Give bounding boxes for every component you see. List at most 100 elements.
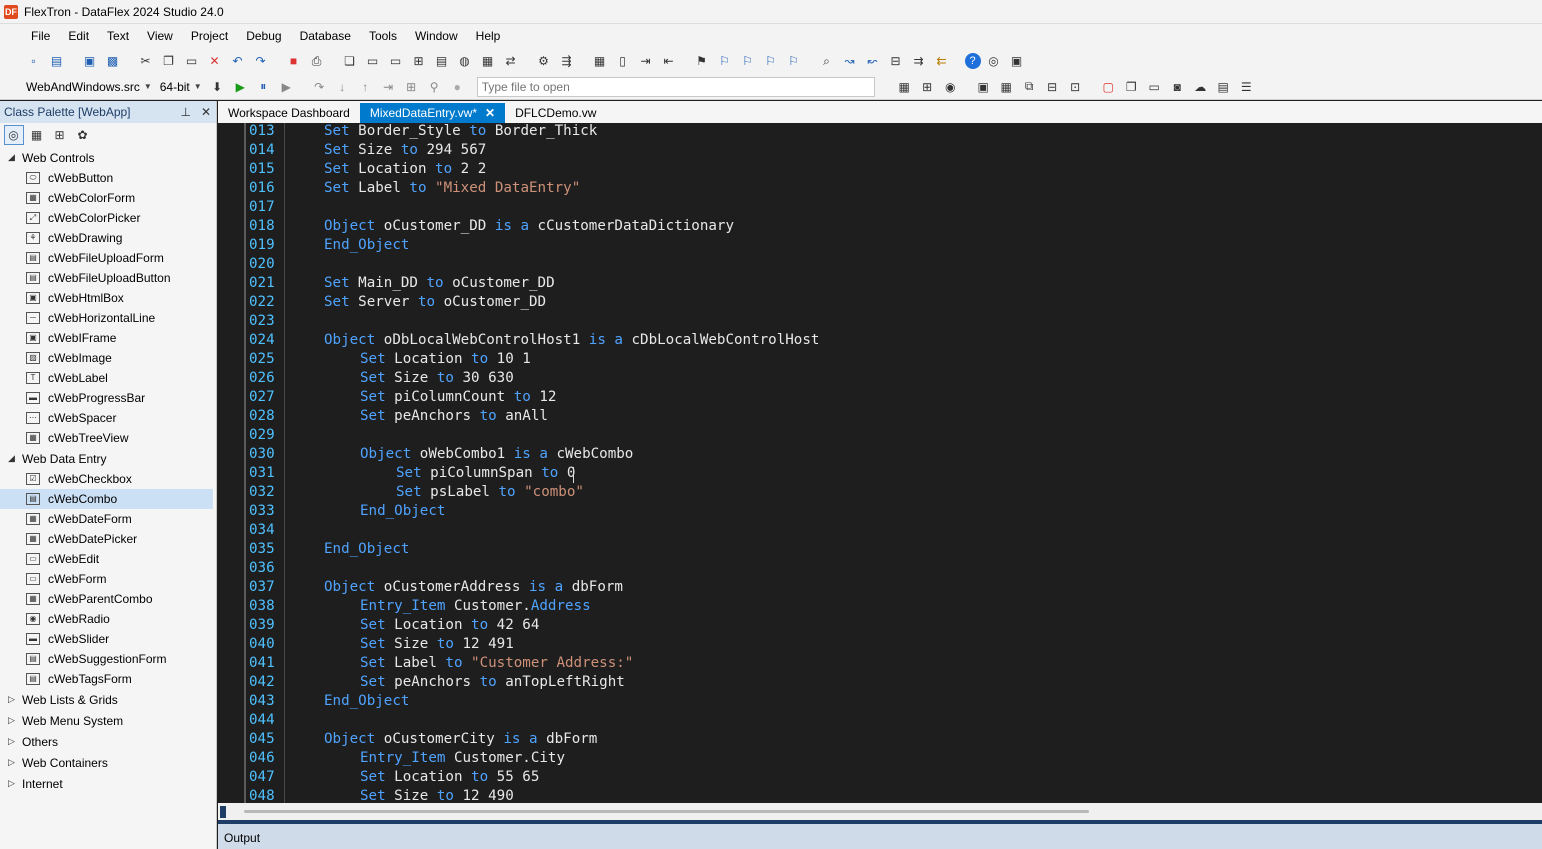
bookmark-icon[interactable]: ⚑ bbox=[692, 51, 712, 71]
palette-item-cwebform[interactable]: ▭ cWebForm bbox=[0, 569, 216, 589]
workspace-combo[interactable]: WebAndWindows.src ▼ bbox=[22, 77, 156, 97]
menu-database[interactable]: Database bbox=[291, 29, 360, 43]
code-line[interactable]: 020 bbox=[218, 255, 1542, 274]
code-line[interactable]: 038 Entry_Item Customer.Address bbox=[218, 597, 1542, 616]
palette-group-web-containers[interactable]: ▷ Web Containers bbox=[0, 752, 216, 773]
export-icon[interactable]: ⇥ bbox=[636, 51, 656, 71]
panels-icon[interactable]: ❐ bbox=[1121, 77, 1141, 97]
globe-view-icon[interactable]: ◎ bbox=[3, 125, 24, 145]
code-line[interactable]: 013 Set Border_Style to Border_Thick bbox=[218, 123, 1542, 141]
save-all-icon[interactable]: ▩ bbox=[103, 51, 123, 71]
palette-item-cwebtagsform[interactable]: ▤ cWebTagsForm bbox=[0, 669, 216, 689]
index-icon[interactable]: ⊟ bbox=[1042, 77, 1062, 97]
table-view-icon[interactable]: ▦ bbox=[996, 77, 1016, 97]
bookmark-next-icon[interactable]: ⚐ bbox=[715, 51, 735, 71]
code-line[interactable]: 023 bbox=[218, 312, 1542, 331]
settings-icon[interactable]: ✿ bbox=[73, 125, 93, 145]
new-file-icon[interactable]: ▫ bbox=[24, 51, 44, 71]
print-icon[interactable]: ⎙ bbox=[307, 51, 327, 71]
menu-edit[interactable]: Edit bbox=[59, 29, 98, 43]
collapsed-icon[interactable]: ▷ bbox=[8, 778, 22, 789]
package-icon[interactable]: ▦ bbox=[478, 51, 498, 71]
menu-project[interactable]: Project bbox=[182, 29, 237, 43]
panel-icon[interactable]: ▣ bbox=[1007, 51, 1027, 71]
view-icon[interactable]: ▭ bbox=[363, 51, 383, 71]
replace-icon[interactable]: ⊟ bbox=[886, 51, 906, 71]
palette-item-cwebcolorpicker[interactable]: ⤢ cWebColorPicker bbox=[0, 208, 216, 228]
monitor-settings-icon[interactable]: ◙ bbox=[1167, 77, 1187, 97]
palette-item-cwebdateform[interactable]: ▦ cWebDateForm bbox=[0, 509, 216, 529]
continue-icon[interactable]: ▶ bbox=[276, 77, 296, 97]
code-line[interactable]: 045 Object oCustomerCity is a dbForm bbox=[218, 730, 1542, 749]
menu-tools[interactable]: Tools bbox=[360, 29, 406, 43]
relations-icon[interactable]: ⧉ bbox=[1019, 77, 1039, 97]
code-line[interactable]: 039 Set Location to 42 64 bbox=[218, 616, 1542, 635]
palette-item-cwebhorizontalline[interactable]: ─ cWebHorizontalLine bbox=[0, 308, 216, 328]
scrollbar-thumb[interactable] bbox=[244, 810, 1089, 813]
cloud-icon[interactable]: ☁ bbox=[1190, 77, 1210, 97]
editor-tab[interactable]: DFLCDemo.vw bbox=[505, 103, 606, 123]
alphabetical-icon[interactable]: ⊞ bbox=[50, 125, 70, 145]
horizontal-scrollbar[interactable] bbox=[218, 803, 1542, 820]
breakpoint-icon[interactable]: ⚲ bbox=[424, 77, 444, 97]
save-icon[interactable]: ▣ bbox=[80, 51, 100, 71]
expanded-icon[interactable]: ◢ bbox=[8, 152, 22, 163]
menu-window[interactable]: Window bbox=[406, 29, 467, 43]
palette-item-cwebdatepicker[interactable]: ▦ cWebDatePicker bbox=[0, 529, 216, 549]
editor-tab[interactable]: MixedDataEntry.vw* ✕ bbox=[359, 103, 506, 123]
link-icon[interactable]: ⇄ bbox=[501, 51, 521, 71]
collapsed-icon[interactable]: ▷ bbox=[8, 715, 22, 726]
code-line[interactable]: 019 End_Object bbox=[218, 236, 1542, 255]
categories-icon[interactable]: ▦ bbox=[27, 125, 47, 145]
pin-icon[interactable]: ⊥ bbox=[180, 105, 190, 119]
palette-item-cwebhtmlbox[interactable]: ▣ cWebHtmlBox bbox=[0, 288, 216, 308]
menu-debug[interactable]: Debug bbox=[237, 29, 290, 43]
redo-icon[interactable]: ↷ bbox=[251, 51, 271, 71]
undo-icon[interactable]: ↶ bbox=[228, 51, 248, 71]
layout-icon[interactable]: ▤ bbox=[1213, 77, 1233, 97]
stop-icon[interactable]: ■ bbox=[284, 51, 304, 71]
palette-group-web-menu-system[interactable]: ▷ Web Menu System bbox=[0, 710, 216, 731]
code-line[interactable]: 042 Set peAnchors to anTopLeftRight bbox=[218, 673, 1542, 692]
palette-group-web-data-entry[interactable]: ◢ Web Data Entry bbox=[0, 448, 216, 469]
palette-item-cwebbutton[interactable]: ⬭ cWebButton bbox=[0, 168, 216, 188]
cut-icon[interactable]: ✂ bbox=[136, 51, 156, 71]
code-line[interactable]: 014 Set Size to 294 567 bbox=[218, 141, 1542, 160]
indent-icon[interactable]: ⇉ bbox=[909, 51, 929, 71]
globe-icon[interactable]: ◎ bbox=[984, 51, 1004, 71]
code-line[interactable]: 021 Set Main_DD to oCustomer_DD bbox=[218, 274, 1542, 293]
code-line[interactable]: 040 Set Size to 12 491 bbox=[218, 635, 1542, 654]
palette-item-cweblabel[interactable]: TcWebLabel bbox=[0, 368, 216, 388]
table-icon[interactable]: ▦ bbox=[894, 77, 914, 97]
find-next-icon[interactable]: ↝ bbox=[840, 51, 860, 71]
code-line[interactable]: 027 Set piColumnCount to 12 bbox=[218, 388, 1542, 407]
web-icon[interactable]: ◍ bbox=[455, 51, 475, 71]
class-icon[interactable]: ⊞ bbox=[409, 51, 429, 71]
code-line[interactable]: 024 Object oDbLocalWebControlHost1 is a c… bbox=[218, 331, 1542, 350]
collapsed-icon[interactable]: ▷ bbox=[8, 736, 22, 747]
menu-text[interactable]: Text bbox=[98, 29, 138, 43]
palette-item-cwebtreeview[interactable]: ▦ cWebTreeView bbox=[0, 428, 216, 448]
step-out-icon[interactable]: ↑ bbox=[355, 77, 375, 97]
menu-view[interactable]: View bbox=[138, 29, 182, 43]
new-table-icon[interactable]: ▣ bbox=[973, 77, 993, 97]
expanded-icon[interactable]: ◢ bbox=[8, 453, 22, 464]
open-file-icon[interactable]: ▤ bbox=[47, 51, 67, 71]
palette-item-cwebradio[interactable]: ◉ cWebRadio bbox=[0, 609, 216, 629]
sql-icon[interactable]: ⊡ bbox=[1065, 77, 1085, 97]
step-over-icon[interactable]: ↷ bbox=[309, 77, 329, 97]
bookmark-prev-icon[interactable]: ⚐ bbox=[738, 51, 758, 71]
palette-item-cwebdrawing[interactable]: ⚘ cWebDrawing bbox=[0, 228, 216, 248]
palette-item-cwebparentcombo[interactable]: ▦ cWebParentCombo bbox=[0, 589, 216, 609]
report-icon[interactable]: ▤ bbox=[432, 51, 452, 71]
palette-item-cwebiframe[interactable]: ▣ cWebIFrame bbox=[0, 328, 216, 348]
output-panel-title[interactable]: Output bbox=[224, 831, 260, 845]
record-icon[interactable]: ● bbox=[447, 77, 467, 97]
run-icon[interactable]: ▶ bbox=[230, 77, 250, 97]
build-icon[interactable]: ⬇ bbox=[207, 77, 227, 97]
document-icon[interactable]: ▯ bbox=[613, 51, 633, 71]
monitor-icon[interactable]: ▭ bbox=[1144, 77, 1164, 97]
palette-group-internet[interactable]: ▷ Internet bbox=[0, 773, 216, 794]
close-tab-icon[interactable]: ✕ bbox=[485, 106, 495, 120]
code-line[interactable]: 033 End_Object bbox=[218, 502, 1542, 521]
